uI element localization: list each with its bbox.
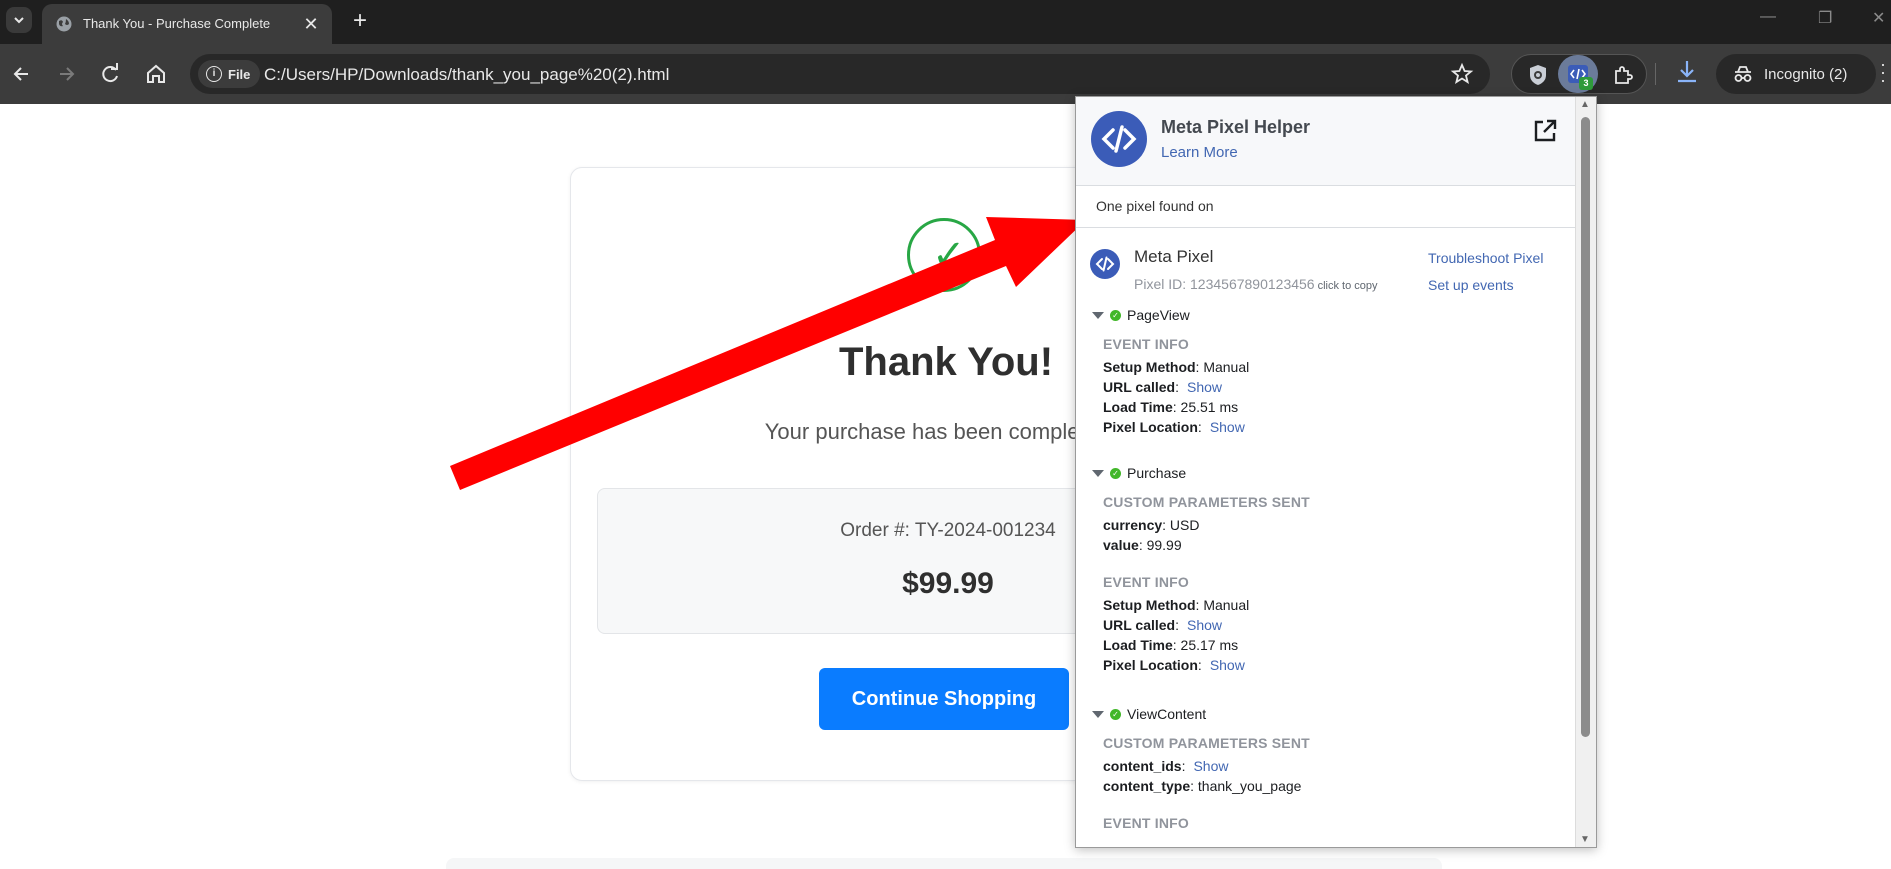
tab-strip: Thank You - Purchase Complete ✕ + — ❐ ✕: [0, 0, 1891, 44]
pixel-id[interactable]: Pixel ID: 1234567890123456 click to copy: [1134, 276, 1378, 292]
event-info-title: EVENT INFO: [1103, 815, 1190, 831]
url-called-row: URL called: Show: [1103, 379, 1223, 395]
scrollbar-thumb[interactable]: [1581, 117, 1590, 737]
pixel-location-row: Pixel Location: Show: [1103, 419, 1245, 435]
close-tab-icon[interactable]: ✕: [300, 13, 322, 35]
meta-pixel-helper-extension[interactable]: 3: [1558, 55, 1598, 93]
minimize-icon[interactable]: —: [1760, 8, 1776, 26]
back-icon[interactable]: [8, 60, 36, 88]
scroll-up-icon[interactable]: ▲: [1580, 99, 1590, 110]
home-icon[interactable]: [142, 60, 170, 88]
scroll-down-icon[interactable]: ▼: [1580, 834, 1590, 845]
load-time-row: Load Time: 25.51 ms: [1103, 399, 1239, 415]
globe-icon: [56, 16, 72, 32]
download-icon[interactable]: [1674, 58, 1700, 88]
footer-strip: [446, 858, 1442, 869]
check-mark: ✓: [932, 233, 966, 277]
collapse-triangle-icon: [1092, 469, 1104, 477]
incognito-label: Incognito (2): [1764, 65, 1848, 83]
set-up-events-link[interactable]: Set up events: [1428, 277, 1514, 293]
shield-extension-icon[interactable]: [1528, 64, 1548, 86]
collapse-triangle-icon: [1092, 311, 1104, 319]
new-tab-button[interactable]: +: [346, 7, 374, 35]
content-type-row: content_type: thank_you_page: [1103, 778, 1302, 794]
meta-pixel-small-logo-icon: [1090, 249, 1120, 279]
reload-icon[interactable]: [96, 60, 124, 88]
incognito-icon: [1734, 66, 1752, 82]
custom-parameters-title: CUSTOM PARAMETERS SENT: [1103, 735, 1310, 751]
popup-header: Meta Pixel Helper Learn More: [1076, 97, 1576, 186]
external-link-icon[interactable]: [1531, 117, 1559, 145]
chevron-down-icon: [14, 17, 24, 24]
event-name: PageView: [1127, 307, 1190, 323]
event-header-viewcontent[interactable]: ✓ ViewContent: [1092, 706, 1206, 722]
info-icon: i: [206, 66, 222, 82]
forward-icon[interactable]: [52, 60, 80, 88]
pixel-count-badge: 3: [1579, 77, 1593, 90]
content-ids-show-link[interactable]: Show: [1193, 758, 1228, 774]
event-header-purchase[interactable]: ✓ Purchase: [1092, 465, 1186, 481]
toolbar-separator: [1655, 63, 1656, 85]
restore-icon[interactable]: ❐: [1818, 8, 1832, 28]
event-info-title: EVENT INFO: [1103, 336, 1190, 352]
pixel-found-text: One pixel found on: [1096, 198, 1214, 214]
setup-method-row: Setup Method: Manual: [1103, 359, 1250, 375]
url-called-show-link[interactable]: Show: [1187, 379, 1222, 395]
event-header-pageview[interactable]: ✓ PageView: [1092, 307, 1190, 323]
success-check-icon: ✓: [907, 218, 981, 292]
popup-title: Meta Pixel Helper: [1161, 117, 1311, 137]
collapse-triangle-icon: [1092, 710, 1104, 718]
value-row: value: 99.99: [1103, 537, 1182, 553]
url-text[interactable]: C:/Users/HP/Downloads/thank_you_page%20(…: [264, 65, 669, 85]
url-called-show-link[interactable]: Show: [1187, 617, 1222, 633]
success-check-icon: ✓: [1110, 708, 1121, 720]
custom-parameters-title: CUSTOM PARAMETERS SENT: [1103, 494, 1310, 510]
close-window-icon[interactable]: ✕: [1872, 8, 1885, 28]
setup-method-row: Setup Method: Manual: [1103, 597, 1250, 613]
extensions-group: 3: [1511, 54, 1647, 94]
pixel-location-row: Pixel Location: Show: [1103, 657, 1245, 673]
event-info-title: EVENT INFO: [1103, 574, 1190, 590]
success-check-icon: ✓: [1110, 309, 1121, 321]
browser-toolbar: i File C:/Users/HP/Downloads/thank_you_p…: [0, 44, 1891, 104]
load-time-row: Load Time: 25.17 ms: [1103, 637, 1239, 653]
learn-more-link[interactable]: Learn More: [1161, 144, 1238, 161]
pixel-found-row: One pixel found on: [1076, 186, 1576, 228]
popup-scrollbar[interactable]: ▲ ▼: [1575, 97, 1596, 847]
code-brackets-icon: [1101, 125, 1137, 153]
incognito-button[interactable]: Incognito (2): [1716, 54, 1876, 94]
pixel-location-show-link[interactable]: Show: [1210, 657, 1245, 673]
browser-menu-icon[interactable]: · · ·: [1880, 55, 1890, 89]
code-brackets-small-icon: [1095, 256, 1115, 272]
tab-search-button[interactable]: [6, 7, 32, 33]
meta-pixel-logo-icon: [1091, 111, 1147, 167]
active-tab[interactable]: Thank You - Purchase Complete ✕: [42, 4, 332, 44]
troubleshoot-pixel-link[interactable]: Troubleshoot Pixel: [1428, 250, 1543, 266]
address-bar[interactable]: i File C:/Users/HP/Downloads/thank_you_p…: [190, 54, 1490, 94]
file-chip-label: File: [228, 66, 251, 82]
success-check-icon: ✓: [1110, 467, 1121, 479]
currency-row: currency: USD: [1103, 517, 1200, 533]
continue-shopping-button[interactable]: Continue Shopping: [819, 668, 1069, 730]
extensions-puzzle-icon[interactable]: [1612, 64, 1634, 86]
site-info-chip[interactable]: i File: [198, 60, 261, 88]
pixel-name: Meta Pixel: [1134, 247, 1214, 266]
url-called-row: URL called: Show: [1103, 617, 1223, 633]
pixel-summary: Meta Pixel Pixel ID: 1234567890123456 cli…: [1076, 227, 1576, 297]
pixel-id-text: Pixel ID: 1234567890123456: [1134, 276, 1315, 292]
tab-title: Thank You - Purchase Complete: [83, 16, 271, 31]
event-name: ViewContent: [1127, 706, 1207, 722]
click-to-copy-hint: click to copy: [1317, 280, 1378, 292]
bookmark-star-icon[interactable]: [1450, 62, 1474, 86]
event-name: Purchase: [1127, 465, 1187, 481]
content-ids-row: content_ids: Show: [1103, 758, 1229, 774]
meta-pixel-helper-popup: Meta Pixel Helper Learn More One pixel f…: [1075, 96, 1597, 848]
pixel-location-show-link[interactable]: Show: [1210, 419, 1245, 435]
